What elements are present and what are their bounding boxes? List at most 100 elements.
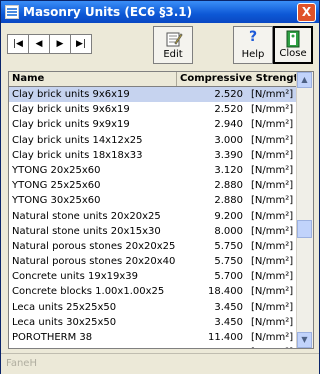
cell-name: Clay brick units 9x6x19: [12, 104, 130, 116]
cell-strength-value: 5.750: [214, 240, 243, 252]
exit-door-icon: [286, 30, 300, 48]
column-header-compressive-strength[interactable]: Compressive Strength fb: [177, 72, 297, 86]
cell-unit: [N/mm²]: [251, 104, 294, 116]
last-record-button[interactable]: ▶|: [70, 34, 92, 54]
cell-unit: [N/mm²]: [251, 240, 294, 252]
table-row[interactable]: Leca units 30x25x50 3.450 [N/mm²]: [9, 315, 297, 330]
cell-name: Natural porous stones 20x20x25: [12, 240, 176, 252]
cell-strength-value: 3.120: [214, 164, 243, 176]
cell-strength-value: 11.400: [177, 345, 243, 348]
table-row[interactable]: Concrete blocks 1.00x1.00x25 18.400 [N/mm²…: [9, 284, 297, 299]
cell-name: Natural stone units 20x20x25: [12, 210, 161, 222]
cell-name: POROTHERM 38: [12, 332, 93, 343]
cell-strength-value: 3.450: [214, 301, 243, 313]
cell-unit: [N/mm²]: [251, 164, 294, 176]
toolbar: |◀ ◀ ▶ ▶| Edit ? Help Close: [1, 23, 319, 67]
table-row[interactable]: Natural porous stones 20x20x25 5.750 [N/mm…: [9, 239, 297, 254]
cell-unit: [N/mm²]: [243, 345, 297, 348]
cell-unit: [N/mm²]: [251, 149, 294, 161]
cell-name: Natural stone units 20x15x30: [12, 225, 161, 237]
edit-label: Edit: [163, 49, 183, 60]
scroll-up-icon[interactable]: ▲: [297, 72, 312, 88]
cell-name: Clay brick units 9x9x19: [12, 119, 130, 131]
cell-unit: [N/mm²]: [251, 134, 294, 146]
close-button[interactable]: Close: [273, 26, 313, 64]
cell-name: Clay brick units 18x18x33: [12, 149, 143, 161]
cell-name: Concrete units 19x19x39: [12, 271, 139, 283]
cell-strength-value: 2.880: [214, 195, 243, 207]
cell-strength-value: 18.400: [208, 286, 243, 298]
table-row[interactable]: Clay brick units 9x6x19 2.520 [N/mm²]: [9, 87, 297, 103]
table-row[interactable]: Clay brick units 14x12x25 3.000 [N/mm²]: [9, 133, 297, 148]
cell-unit: [N/mm²]: [251, 225, 294, 237]
cell-name: Natural porous stones 20x20x40: [12, 256, 176, 268]
cell-unit: [N/mm²]: [251, 256, 294, 268]
table-row[interactable]: POROBLOK 911.400[N/mm²]: [9, 345, 297, 348]
help-icon: ?: [248, 29, 258, 45]
column-header-name[interactable]: Name: [9, 72, 177, 86]
cell-unit: [N/mm²]: [251, 195, 294, 207]
cell-name: Leca units 30x25x50: [12, 316, 117, 328]
cell-strength-value: 2.520: [214, 104, 243, 116]
cell-unit: [N/mm²]: [251, 89, 294, 100]
cell-strength-value: 3.000: [214, 134, 243, 146]
scroll-thumb[interactable]: [297, 220, 312, 238]
cell-strength-value: 5.750: [214, 256, 243, 268]
cell-strength-value: 9.200: [214, 210, 243, 222]
table-row[interactable]: POROTHERM 38 11.400 [N/mm²]: [9, 330, 297, 345]
record-navigator: |◀ ◀ ▶ ▶|: [7, 34, 92, 54]
cell-unit: [N/mm²]: [251, 180, 294, 192]
cell-name: Clay brick units 9x6x19: [12, 89, 130, 100]
cell-unit: [N/mm²]: [251, 286, 294, 298]
table-row[interactable]: Clay brick units 9x9x19 2.940 [N/mm²]: [9, 117, 297, 132]
help-button[interactable]: ? Help: [233, 26, 273, 64]
cell-strength-value: 2.520: [214, 89, 243, 100]
cell-strength-value: 2.940: [214, 119, 243, 131]
status-bar: FaneH: [1, 353, 319, 374]
cell-strength-value: 8.000: [214, 225, 243, 237]
masonry-units-grid[interactable]: Name Compressive Strength fb Clay brick …: [8, 71, 314, 349]
grid-header: Name Compressive Strength fb: [9, 72, 297, 87]
edit-button[interactable]: Edit: [153, 26, 193, 64]
cell-name: Leca units 25x25x50: [12, 301, 117, 313]
title-bar[interactable]: Masonry Units (EC6 §3.1) X: [1, 1, 319, 23]
table-row[interactable]: YTONG 20x25x60 3.120 [N/mm²]: [9, 163, 297, 178]
cell-unit: [N/mm²]: [251, 316, 294, 328]
table-row[interactable]: Natural stone units 20x20x25 9.200 [N/mm²]: [9, 209, 297, 224]
status-text: FaneH: [6, 358, 37, 369]
cell-name: YTONG 20x25x60: [12, 164, 101, 176]
table-row[interactable]: Natural porous stones 20x20x40 5.750 [N/mm…: [9, 254, 297, 269]
cell-unit: [N/mm²]: [251, 332, 294, 343]
window-title: Masonry Units (EC6 §3.1): [23, 5, 193, 19]
table-row[interactable]: Natural stone units 20x15x30 8.000 [N/mm²]: [9, 224, 297, 239]
help-label: Help: [241, 49, 265, 60]
cell-strength-value: 3.450: [214, 316, 243, 328]
table-row[interactable]: Clay brick units 18x18x33 3.390 [N/mm²]: [9, 148, 297, 163]
edit-icon: [166, 32, 183, 47]
next-record-button[interactable]: ▶: [49, 34, 71, 54]
vertical-scrollbar[interactable]: ▲ ▼: [296, 72, 313, 348]
cell-unit: [N/mm²]: [251, 301, 294, 313]
cell-name: YTONG 30x25x60: [12, 195, 101, 207]
table-row[interactable]: Clay brick units 9x6x19 2.520 [N/mm²]: [9, 102, 297, 117]
table-row[interactable]: YTONG 25x25x60 2.880 [N/mm²]: [9, 178, 297, 193]
cell-unit: [N/mm²]: [251, 271, 294, 283]
window-list-icon: [5, 5, 19, 19]
cell-unit: [N/mm²]: [251, 119, 294, 131]
table-row[interactable]: Leca units 25x25x50 3.450 [N/mm²]: [9, 300, 297, 315]
cell-strength-value: 5.700: [214, 271, 243, 283]
first-record-button[interactable]: |◀: [7, 34, 29, 54]
cell-name: POROBLOK 9: [9, 345, 177, 348]
close-label: Close: [279, 48, 307, 59]
cell-strength-value: 2.880: [214, 180, 243, 192]
prev-record-button[interactable]: ◀: [28, 34, 50, 54]
cell-strength-value: 3.390: [214, 149, 243, 161]
table-row[interactable]: YTONG 30x25x60 2.880 [N/mm²]: [9, 193, 297, 208]
cell-name: YTONG 25x25x60: [12, 180, 101, 192]
table-row[interactable]: Concrete units 19x19x39 5.700 [N/mm²]: [9, 269, 297, 284]
scroll-down-icon[interactable]: ▼: [297, 332, 312, 348]
window-close-button[interactable]: X: [297, 3, 316, 22]
cell-unit: [N/mm²]: [251, 210, 294, 222]
cell-strength-value: 11.400: [208, 332, 243, 343]
cell-name: Clay brick units 14x12x25: [12, 134, 143, 146]
